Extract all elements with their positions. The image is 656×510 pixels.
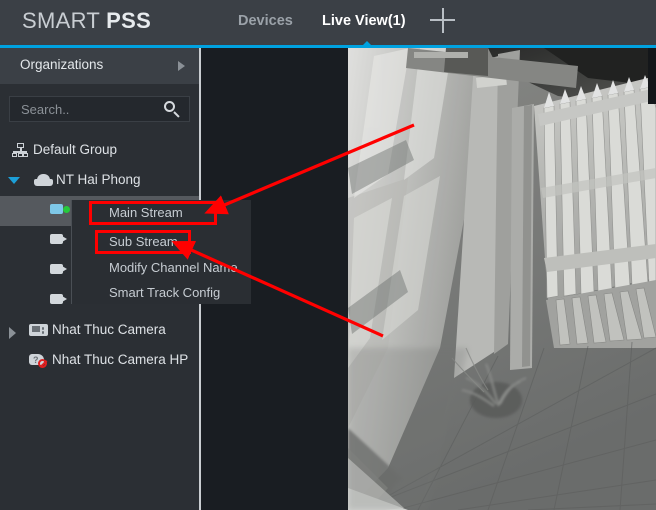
chevron-right-icon [178,61,185,71]
add-tab-button[interactable] [430,7,456,33]
video-stream-image [348,48,656,510]
organizations-label: Organizations [20,57,104,72]
tree-item-nhat-thuc-camera[interactable]: Nhat Thuc Camera [0,316,199,346]
tab-devices[interactable]: Devices [238,13,293,29]
camera-icon [50,263,70,275]
camera-online-icon [50,203,70,215]
brand-second-word: PSS [106,8,152,33]
smart-pss-window: SMART PSS Devices Live View(1) Organizat… [0,0,656,510]
tab-live-view[interactable]: Live View(1) [322,13,406,29]
tree-item-nt-hai-phong[interactable]: NT Hai Phong [0,166,199,196]
camera-overlay-label: CAM 1 [366,506,458,510]
tree-item-nhat-thuc-camera-hp[interactable]: ? Nhat Thuc Camera HP [0,346,199,376]
search-input[interactable] [19,101,158,118]
app-header: SMART PSS Devices Live View(1) [0,0,656,46]
app-logo: SMART PSS [22,8,151,34]
menu-item-smart-track-config[interactable]: Smart Track Config [72,280,252,306]
camera-icon [50,233,70,245]
menu-item-modify-channel-name[interactable]: Modify Channel Name [72,255,252,281]
video-edge-strip [648,48,656,104]
organizations-header[interactable]: Organizations [0,48,199,84]
chevron-down-icon[interactable] [8,177,20,184]
tree-item-default-group[interactable]: Default Group [0,136,199,166]
group-icon [12,143,28,158]
menu-item-main-stream[interactable]: Main Stream [72,200,252,226]
search-icon[interactable] [164,101,181,118]
search-box[interactable] [9,96,190,122]
tree-item-label: Nhat Thuc Camera HP [52,352,189,367]
video-pane[interactable]: CAM 1 [348,48,656,510]
tree-item-label: NT Hai Phong [56,172,141,187]
chevron-right-icon[interactable] [9,327,16,339]
camera-icon [50,293,70,305]
tree-item-label: Default Group [33,142,118,157]
active-tab-indicator [362,41,372,46]
camera-offline-icon: ? [29,353,48,368]
device-icon [34,173,53,186]
brand-first-word: SMART [22,8,107,33]
tree-item-label: Nhat Thuc Camera [52,322,166,337]
menu-item-sub-stream[interactable]: Sub Stream [72,229,252,255]
nvr-icon [29,323,48,337]
channel-context-menu: Main Stream Sub Stream Modify Channel Na… [71,200,251,304]
